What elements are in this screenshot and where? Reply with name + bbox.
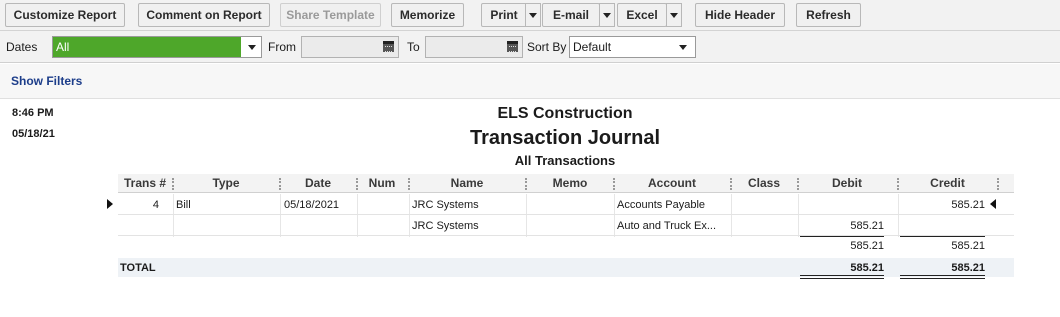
to-label: To: [407, 40, 420, 54]
excel-dropdown[interactable]: [666, 3, 682, 27]
subtotal-underline: [900, 236, 985, 237]
show-filters-link[interactable]: Show Filters: [11, 74, 82, 88]
subtotal-credit: 585.21: [951, 240, 985, 252]
dates-value: All: [53, 37, 241, 57]
col-header-debit[interactable]: Debit: [800, 176, 894, 190]
total-double-underline: [900, 278, 985, 279]
hide-header-button[interactable]: Hide Header: [695, 3, 785, 27]
cell-account: Accounts Payable: [617, 199, 706, 211]
calendar-icon[interactable]: [507, 41, 518, 52]
chevron-down-icon: [529, 12, 537, 18]
print-dropdown[interactable]: [525, 3, 541, 27]
row-marker-icon: [990, 199, 996, 209]
column-resize-handle[interactable]: [172, 178, 174, 190]
chevron-down-icon: [248, 45, 256, 50]
show-filters-bar: Show Filters: [0, 64, 1060, 99]
filter-bar: Dates All From To Sort By Default: [0, 31, 1060, 63]
subtotal-debit: 585.21: [850, 240, 884, 252]
col-header-date[interactable]: Date: [283, 176, 353, 190]
customize-report-button[interactable]: Customize Report: [5, 3, 125, 27]
total-double-underline: [800, 275, 884, 276]
column-resize-handle[interactable]: [897, 178, 899, 190]
total-label: TOTAL: [120, 262, 156, 274]
column-resize-handle[interactable]: [613, 178, 615, 190]
dates-select[interactable]: All: [52, 36, 262, 58]
print-button[interactable]: Print: [481, 3, 527, 27]
cell-debit: 585.21: [850, 220, 884, 232]
chevron-down-icon: [603, 12, 611, 18]
table-row[interactable]: [118, 194, 1014, 215]
email-dropdown[interactable]: [599, 3, 615, 27]
refresh-button[interactable]: Refresh: [796, 3, 861, 27]
column-resize-handle[interactable]: [279, 178, 281, 190]
memorize-button[interactable]: Memorize: [391, 3, 464, 27]
company-name: ELS Construction: [497, 105, 633, 122]
col-header-type[interactable]: Type: [176, 176, 276, 190]
dates-label: Dates: [6, 40, 38, 54]
column-resize-handle[interactable]: [797, 178, 799, 190]
col-header-class[interactable]: Class: [733, 176, 795, 190]
chevron-down-icon: [679, 45, 687, 50]
column-resize-handle[interactable]: [356, 178, 358, 190]
sort-by-select[interactable]: Default: [569, 36, 696, 58]
share-template-button[interactable]: Share Template: [280, 3, 381, 27]
subtotal-underline: [800, 236, 884, 237]
report-title: Transaction Journal: [469, 127, 661, 149]
total-credit: 585.21: [951, 262, 985, 274]
total-double-underline: [800, 278, 884, 279]
total-double-underline: [900, 275, 985, 276]
col-header-account[interactable]: Account: [616, 176, 728, 190]
total-debit: 585.21: [850, 262, 884, 274]
calendar-icon[interactable]: [383, 41, 394, 52]
email-button[interactable]: E-mail: [542, 3, 600, 27]
col-header-num[interactable]: Num: [360, 176, 404, 190]
cell-account: Auto and Truck Ex...: [617, 220, 717, 232]
cell-trans: 4: [152, 199, 159, 211]
cell-credit: 585.21: [951, 199, 985, 211]
excel-button[interactable]: Excel: [617, 3, 667, 27]
cell-name: JRC Systems: [412, 199, 479, 211]
column-resize-handle[interactable]: [408, 178, 410, 190]
sort-by-value: Default: [573, 40, 612, 54]
report-subtitle: All Transactions: [514, 153, 616, 168]
col-header-name[interactable]: Name: [412, 176, 522, 190]
sort-by-label: Sort By: [527, 40, 567, 54]
report-toolbar: Customize Report Comment on Report Share…: [0, 0, 1060, 31]
col-header-credit[interactable]: Credit: [900, 176, 995, 190]
col-header-trans[interactable]: Trans #: [118, 176, 172, 190]
cell-type: Bill: [176, 199, 191, 211]
column-resize-handle[interactable]: [730, 178, 732, 190]
to-date-input[interactable]: [425, 36, 523, 58]
from-date-input[interactable]: [301, 36, 399, 58]
column-resize-handle[interactable]: [997, 178, 999, 190]
col-header-memo[interactable]: Memo: [528, 176, 612, 190]
comment-on-report-button[interactable]: Comment on Report: [138, 3, 270, 27]
chevron-down-icon: [670, 12, 678, 18]
cell-date: 05/18/2021: [284, 199, 340, 211]
from-label: From: [268, 40, 296, 54]
row-marker-icon: [107, 199, 113, 209]
column-resize-handle[interactable]: [525, 178, 527, 190]
cell-name: JRC Systems: [412, 220, 479, 232]
